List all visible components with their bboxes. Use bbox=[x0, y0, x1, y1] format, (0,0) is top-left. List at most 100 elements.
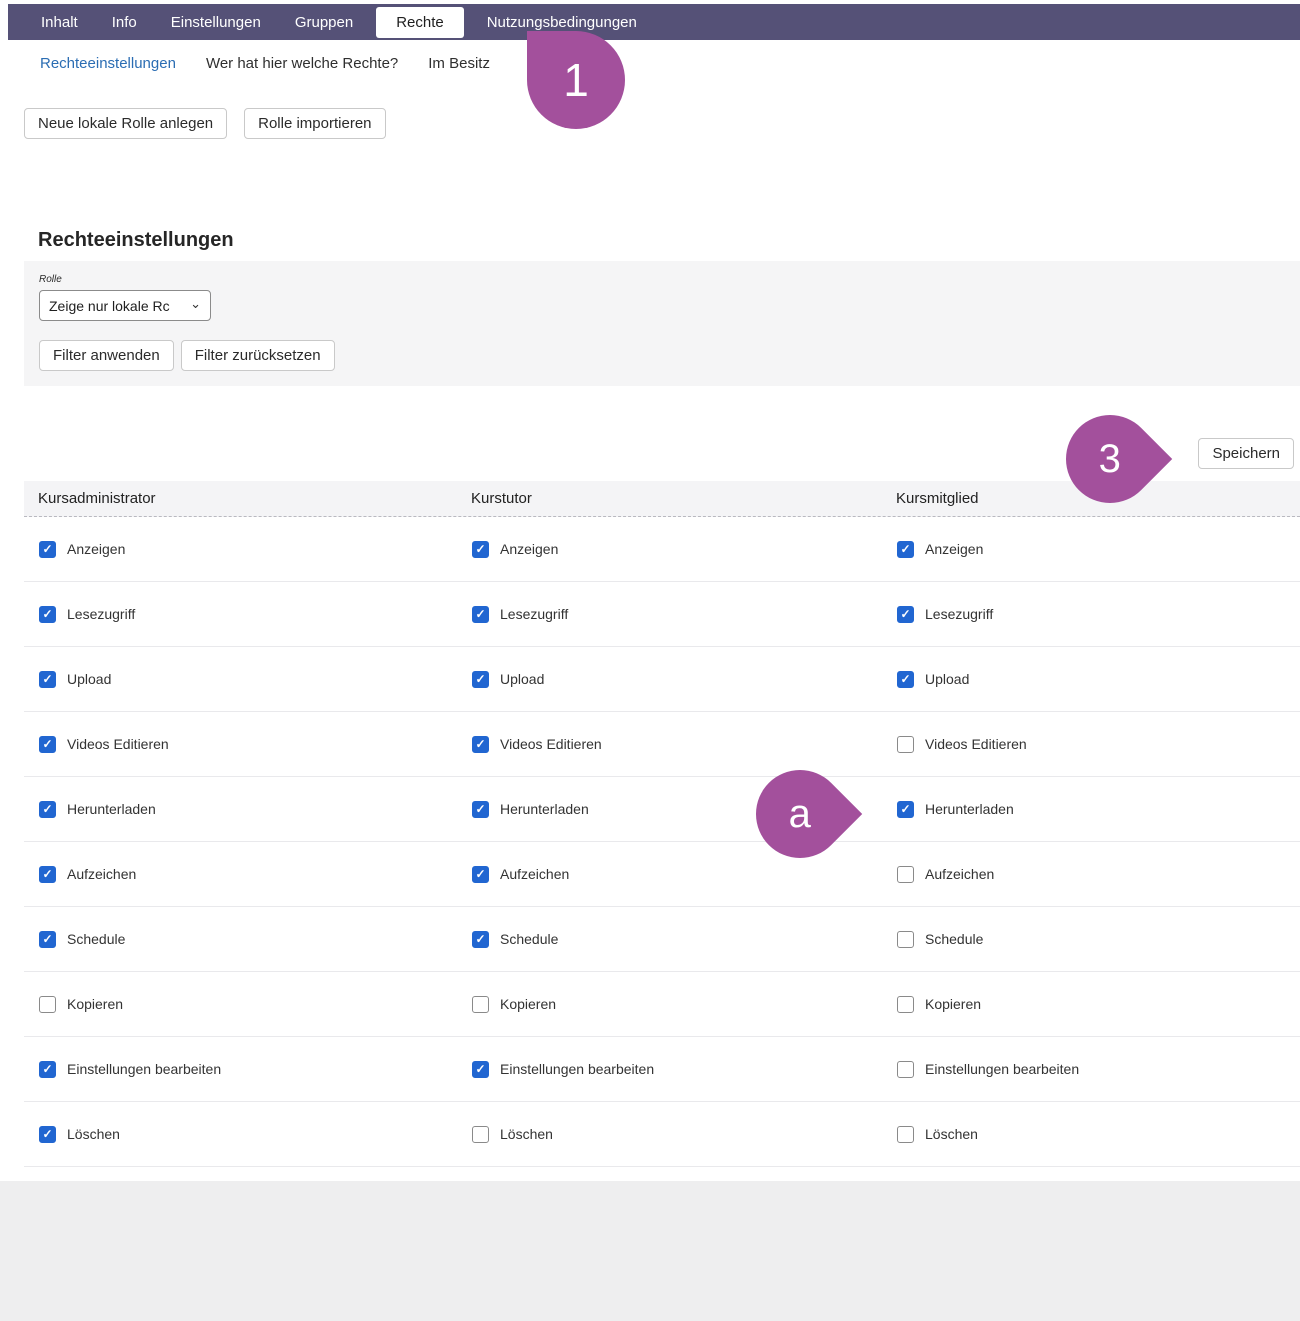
checkbox-kurstutor-löschen[interactable] bbox=[472, 1126, 489, 1143]
permission-label: Löschen bbox=[67, 1126, 120, 1142]
permission-cell: Aufzeichen bbox=[882, 866, 1300, 883]
permission-label: Kopieren bbox=[67, 996, 123, 1012]
tab-info[interactable]: Info bbox=[95, 14, 154, 31]
checkmark-icon: ✓ bbox=[900, 803, 910, 815]
checkbox-kursmitglied-einstellungen-bearbeiten[interactable] bbox=[897, 1061, 914, 1078]
checkbox-kurstutor-kopieren[interactable] bbox=[472, 996, 489, 1013]
checkbox-kurstutor-anzeigen[interactable]: ✓ bbox=[472, 541, 489, 558]
permission-cell: Einstellungen bearbeiten bbox=[882, 1061, 1300, 1078]
checkmark-icon: ✓ bbox=[42, 738, 52, 750]
permissions-body: ✓Anzeigen✓Anzeigen✓Anzeigen✓Lesezugriff✓… bbox=[24, 517, 1300, 1167]
permission-label: Einstellungen bearbeiten bbox=[67, 1061, 221, 1077]
checkbox-kursmitglied-herunterladen[interactable]: ✓ bbox=[897, 801, 914, 818]
role-select[interactable]: Zeige nur lokale Rc ⌄ bbox=[39, 290, 211, 321]
new-local-role-button[interactable]: Neue lokale Rolle anlegen bbox=[24, 108, 227, 139]
tab-rechte[interactable]: Rechte bbox=[376, 7, 464, 38]
tab-nutzungsbedingungen[interactable]: Nutzungsbedingungen bbox=[470, 14, 654, 31]
checkbox-kursadministrator-upload[interactable]: ✓ bbox=[39, 671, 56, 688]
permission-cell: ✓Herunterladen bbox=[882, 801, 1300, 818]
checkbox-kurstutor-upload[interactable]: ✓ bbox=[472, 671, 489, 688]
permission-label: Upload bbox=[500, 671, 544, 687]
table-row: ✓Einstellungen bearbeiten✓Einstellungen … bbox=[24, 1037, 1300, 1102]
table-row: ✓Anzeigen✓Anzeigen✓Anzeigen bbox=[24, 517, 1300, 582]
permission-label: Videos Editieren bbox=[500, 736, 602, 752]
checkbox-kursmitglied-anzeigen[interactable]: ✓ bbox=[897, 541, 914, 558]
checkbox-kursmitglied-aufzeichen[interactable] bbox=[897, 866, 914, 883]
permission-cell: ✓Lesezugriff bbox=[457, 606, 882, 623]
annotation-marker-a-label: a bbox=[789, 792, 811, 837]
checkbox-kurstutor-lesezugriff[interactable]: ✓ bbox=[472, 606, 489, 623]
tab-inhalt[interactable]: Inhalt bbox=[24, 14, 95, 31]
checkbox-kursmitglied-upload[interactable]: ✓ bbox=[897, 671, 914, 688]
checkmark-icon: ✓ bbox=[42, 803, 52, 815]
role-select-value: Zeige nur lokale Rc bbox=[49, 298, 170, 314]
permission-cell: ✓ Videos Editieren bbox=[457, 736, 882, 753]
checkmark-icon: ✓ bbox=[475, 673, 485, 685]
checkbox-kurstutor-aufzeichen[interactable]: ✓ bbox=[472, 866, 489, 883]
permission-cell: Kopieren bbox=[24, 996, 457, 1013]
checkbox-kursmitglied-löschen[interactable] bbox=[897, 1126, 914, 1143]
permission-cell: Kopieren bbox=[457, 996, 882, 1013]
apply-filter-button[interactable]: Filter anwenden bbox=[39, 340, 174, 371]
save-button[interactable]: Speichern bbox=[1198, 438, 1294, 469]
permission-label: Videos Editieren bbox=[67, 736, 169, 752]
checkmark-icon: ✓ bbox=[42, 1063, 52, 1075]
annotation-step-1: 1 bbox=[527, 31, 625, 129]
checkmark-icon: ✓ bbox=[475, 868, 485, 880]
permission-cell: ✓ Löschen bbox=[24, 1126, 457, 1143]
checkbox-kursmitglied-videos-editieren[interactable] bbox=[897, 736, 914, 753]
checkbox-kursadministrator-herunterladen[interactable]: ✓ bbox=[39, 801, 56, 818]
tab-einstellungen[interactable]: Einstellungen bbox=[154, 14, 278, 31]
checkmark-icon: ✓ bbox=[42, 543, 52, 555]
permission-cell: ✓Herunterladen bbox=[24, 801, 457, 818]
permission-label: Löschen bbox=[925, 1126, 978, 1142]
checkbox-kursadministrator-videos-editieren[interactable]: ✓ bbox=[39, 736, 56, 753]
checkbox-kursadministrator-anzeigen[interactable]: ✓ bbox=[39, 541, 56, 558]
chevron-down-icon: ⌄ bbox=[190, 297, 201, 310]
permission-label: Upload bbox=[925, 671, 969, 687]
table-row: ✓Schedule✓ScheduleSchedule bbox=[24, 907, 1300, 972]
permission-cell: ✓ Anzeigen bbox=[24, 541, 457, 558]
permission-cell: ✓ Upload bbox=[24, 671, 457, 688]
checkbox-kursadministrator-aufzeichen[interactable]: ✓ bbox=[39, 866, 56, 883]
permission-label: Upload bbox=[67, 671, 111, 687]
checkbox-kurstutor-videos-editieren[interactable]: ✓ bbox=[472, 736, 489, 753]
checkbox-kurstutor-schedule[interactable]: ✓ bbox=[472, 931, 489, 948]
permission-cell: ✓ Upload bbox=[882, 671, 1300, 688]
reset-filter-button[interactable]: Filter zurücksetzen bbox=[181, 340, 335, 371]
subtab-rechteeinstellungen[interactable]: Rechteeinstellungen bbox=[40, 55, 176, 72]
column-header-kursadministrator: Kursadministrator bbox=[24, 490, 457, 507]
checkbox-kursadministrator-schedule[interactable]: ✓ bbox=[39, 931, 56, 948]
import-role-button[interactable]: Rolle importieren bbox=[244, 108, 385, 139]
table-row: KopierenKopierenKopieren bbox=[24, 972, 1300, 1037]
permission-label: Einstellungen bearbeiten bbox=[925, 1061, 1079, 1077]
tab-gruppen[interactable]: Gruppen bbox=[278, 14, 370, 31]
permission-cell: ✓ Schedule bbox=[457, 931, 882, 948]
subtab-wer-hat-hier-welche-rechte-[interactable]: Wer hat hier welche Rechte? bbox=[206, 55, 398, 72]
checkbox-kursadministrator-lesezugriff[interactable]: ✓ bbox=[39, 606, 56, 623]
permission-cell: ✓Einstellungen bearbeiten bbox=[457, 1061, 882, 1078]
checkbox-kursmitglied-schedule[interactable] bbox=[897, 931, 914, 948]
checkmark-icon: ✓ bbox=[42, 933, 52, 945]
permission-label: Schedule bbox=[500, 931, 558, 947]
table-row: ✓Lesezugriff✓Lesezugriff✓Lesezugriff bbox=[24, 582, 1300, 647]
permission-cell: ✓Lesezugriff bbox=[882, 606, 1300, 623]
checkbox-kursadministrator-einstellungen-bearbeiten[interactable]: ✓ bbox=[39, 1061, 56, 1078]
checkbox-kurstutor-einstellungen-bearbeiten[interactable]: ✓ bbox=[472, 1061, 489, 1078]
checkbox-kursmitglied-kopieren[interactable] bbox=[897, 996, 914, 1013]
checkbox-kursadministrator-kopieren[interactable] bbox=[39, 996, 56, 1013]
annotation-step-1-label: 1 bbox=[563, 53, 589, 107]
checkbox-kursadministrator-löschen[interactable]: ✓ bbox=[39, 1126, 56, 1143]
permission-cell: Löschen bbox=[457, 1126, 882, 1143]
checkbox-kursmitglied-lesezugriff[interactable]: ✓ bbox=[897, 606, 914, 623]
permission-cell: ✓ Videos Editieren bbox=[24, 736, 457, 753]
permission-label: Anzeigen bbox=[67, 541, 125, 557]
permission-label: Aufzeichen bbox=[925, 866, 994, 882]
permission-label: Aufzeichen bbox=[500, 866, 569, 882]
checkmark-icon: ✓ bbox=[42, 608, 52, 620]
permission-label: Aufzeichen bbox=[67, 866, 136, 882]
subtab-im-besitz[interactable]: Im Besitz bbox=[428, 55, 490, 72]
role-label: Rolle bbox=[39, 274, 1300, 285]
checkbox-kurstutor-herunterladen[interactable]: ✓ bbox=[472, 801, 489, 818]
table-row: ✓ Upload ✓ Upload ✓ Upload bbox=[24, 647, 1300, 712]
